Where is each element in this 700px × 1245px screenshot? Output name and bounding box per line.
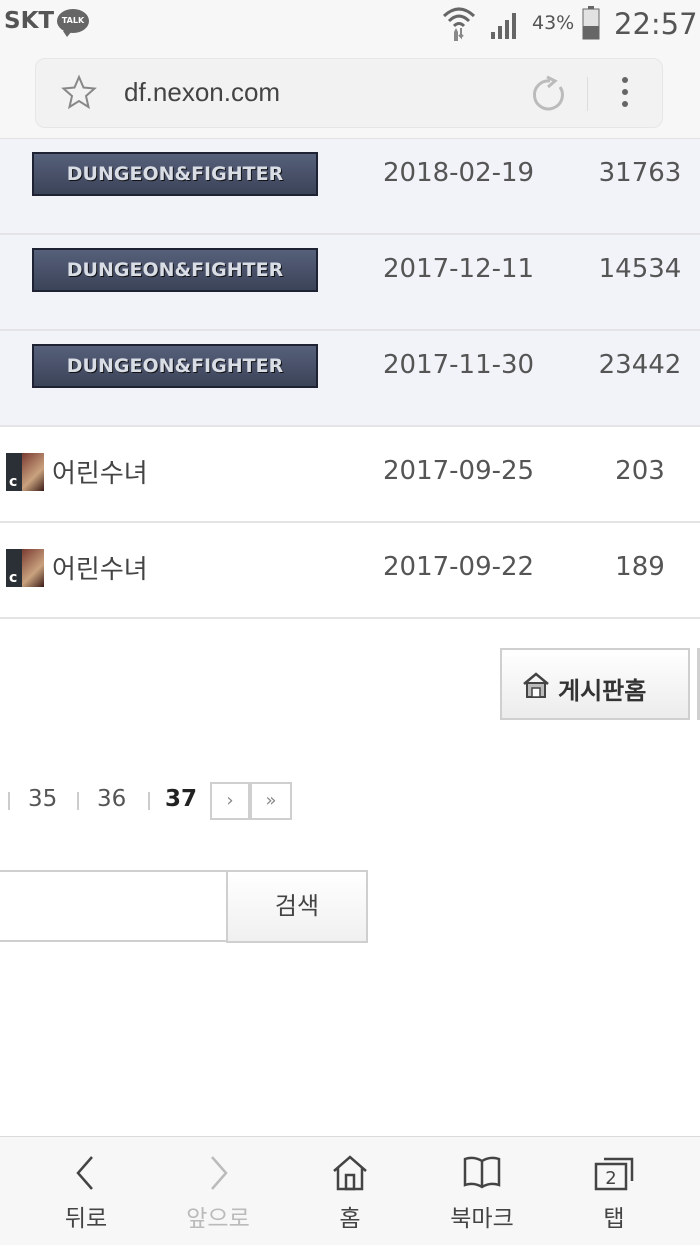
- post-views: 14534: [598, 254, 682, 284]
- nav-tabs-label: 탭: [603, 1206, 625, 1232]
- board-home-label: 게시판홈: [558, 677, 647, 705]
- author-banner: DUNGEON&FIGHTER: [32, 152, 318, 196]
- page-link[interactable]: 36: [97, 786, 126, 812]
- current-page: 37: [165, 786, 198, 812]
- battery-percent: 43%: [532, 12, 575, 34]
- browser-bottom-nav: 뒤로 앞으로 홈 북마크 2 탭: [0, 1136, 700, 1245]
- svg-text:2: 2: [605, 1168, 616, 1189]
- more-vert-icon[interactable]: [620, 77, 630, 111]
- home-icon: [333, 1155, 367, 1191]
- forward-icon: [211, 1156, 228, 1190]
- post-views: 189: [615, 552, 665, 582]
- post-date: 2018-02-19: [383, 158, 535, 188]
- avatar: c: [6, 549, 44, 587]
- address-bar[interactable]: df.nexon.com: [35, 58, 663, 128]
- clock: 22:57: [614, 7, 698, 41]
- nav-forward[interactable]: 앞으로: [158, 1137, 278, 1245]
- back-icon: [76, 1156, 93, 1190]
- table-row[interactable]: DUNGEON&FIGHTER 2017-11-30 23442: [0, 331, 700, 427]
- author-banner: DUNGEON&FIGHTER: [32, 248, 318, 292]
- kakaotalk-icon: TALK: [57, 9, 89, 37]
- nav-back[interactable]: 뒤로: [26, 1137, 146, 1245]
- post-views: 23442: [598, 350, 682, 380]
- nav-forward-label: 앞으로: [186, 1206, 250, 1232]
- post-views: 203: [615, 456, 665, 486]
- wifi-icon: [442, 7, 476, 41]
- nav-home[interactable]: 홈: [290, 1137, 410, 1245]
- author-name[interactable]: 어린수녀: [52, 549, 148, 586]
- url-text[interactable]: df.nexon.com: [124, 77, 280, 108]
- status-bar: SKT TALK 43% 22:57: [0, 0, 700, 50]
- post-date: 2017-12-11: [383, 254, 535, 284]
- post-date: 2017-09-25: [383, 456, 535, 486]
- tabs-icon: 2: [594, 1157, 634, 1191]
- table-row[interactable]: c 어린수녀 2017-09-22 189: [0, 523, 700, 619]
- nav-tabs[interactable]: 2 탭: [554, 1137, 674, 1245]
- post-date: 2017-09-22: [383, 552, 535, 582]
- nav-home-label: 홈: [339, 1206, 361, 1232]
- carrier-label: SKT: [4, 8, 55, 34]
- bookmark-icon: [463, 1156, 501, 1189]
- post-date: 2017-11-30: [383, 350, 535, 380]
- reload-icon[interactable]: [528, 75, 568, 115]
- toolbar-divider: [587, 77, 588, 111]
- next-page-button[interactable]: ›: [210, 782, 250, 820]
- search-button[interactable]: 검색: [226, 870, 368, 943]
- page-separator: [148, 792, 150, 810]
- search-input[interactable]: [0, 870, 228, 942]
- author-name[interactable]: 어린수녀: [52, 453, 148, 490]
- page-separator: [8, 792, 10, 810]
- house-icon: [523, 672, 549, 698]
- table-row[interactable]: DUNGEON&FIGHTER 2017-12-11 14534: [0, 235, 700, 331]
- author-banner: DUNGEON&FIGHTER: [32, 344, 318, 388]
- page-link[interactable]: 35: [28, 786, 57, 812]
- nav-bookmark[interactable]: 북마크: [422, 1137, 542, 1245]
- board-home-button[interactable]: 게시판홈: [500, 648, 690, 720]
- page-separator: [77, 792, 79, 810]
- star-icon[interactable]: [61, 74, 97, 110]
- browser-toolbar: df.nexon.com: [0, 50, 700, 139]
- post-list: DUNGEON&FIGHTER 2018-02-19 31763 DUNGEON…: [0, 139, 700, 619]
- post-views: 31763: [598, 158, 682, 188]
- nav-bookmark-label: 북마크: [450, 1206, 514, 1232]
- nav-back-label: 뒤로: [64, 1206, 108, 1232]
- avatar: c: [6, 453, 44, 491]
- last-page-button[interactable]: »: [250, 782, 292, 820]
- battery-icon: [582, 6, 600, 40]
- table-row[interactable]: c 어린수녀 2017-09-25 203: [0, 427, 700, 523]
- signal-icon: [491, 13, 516, 39]
- table-row[interactable]: DUNGEON&FIGHTER 2018-02-19 31763: [0, 139, 700, 235]
